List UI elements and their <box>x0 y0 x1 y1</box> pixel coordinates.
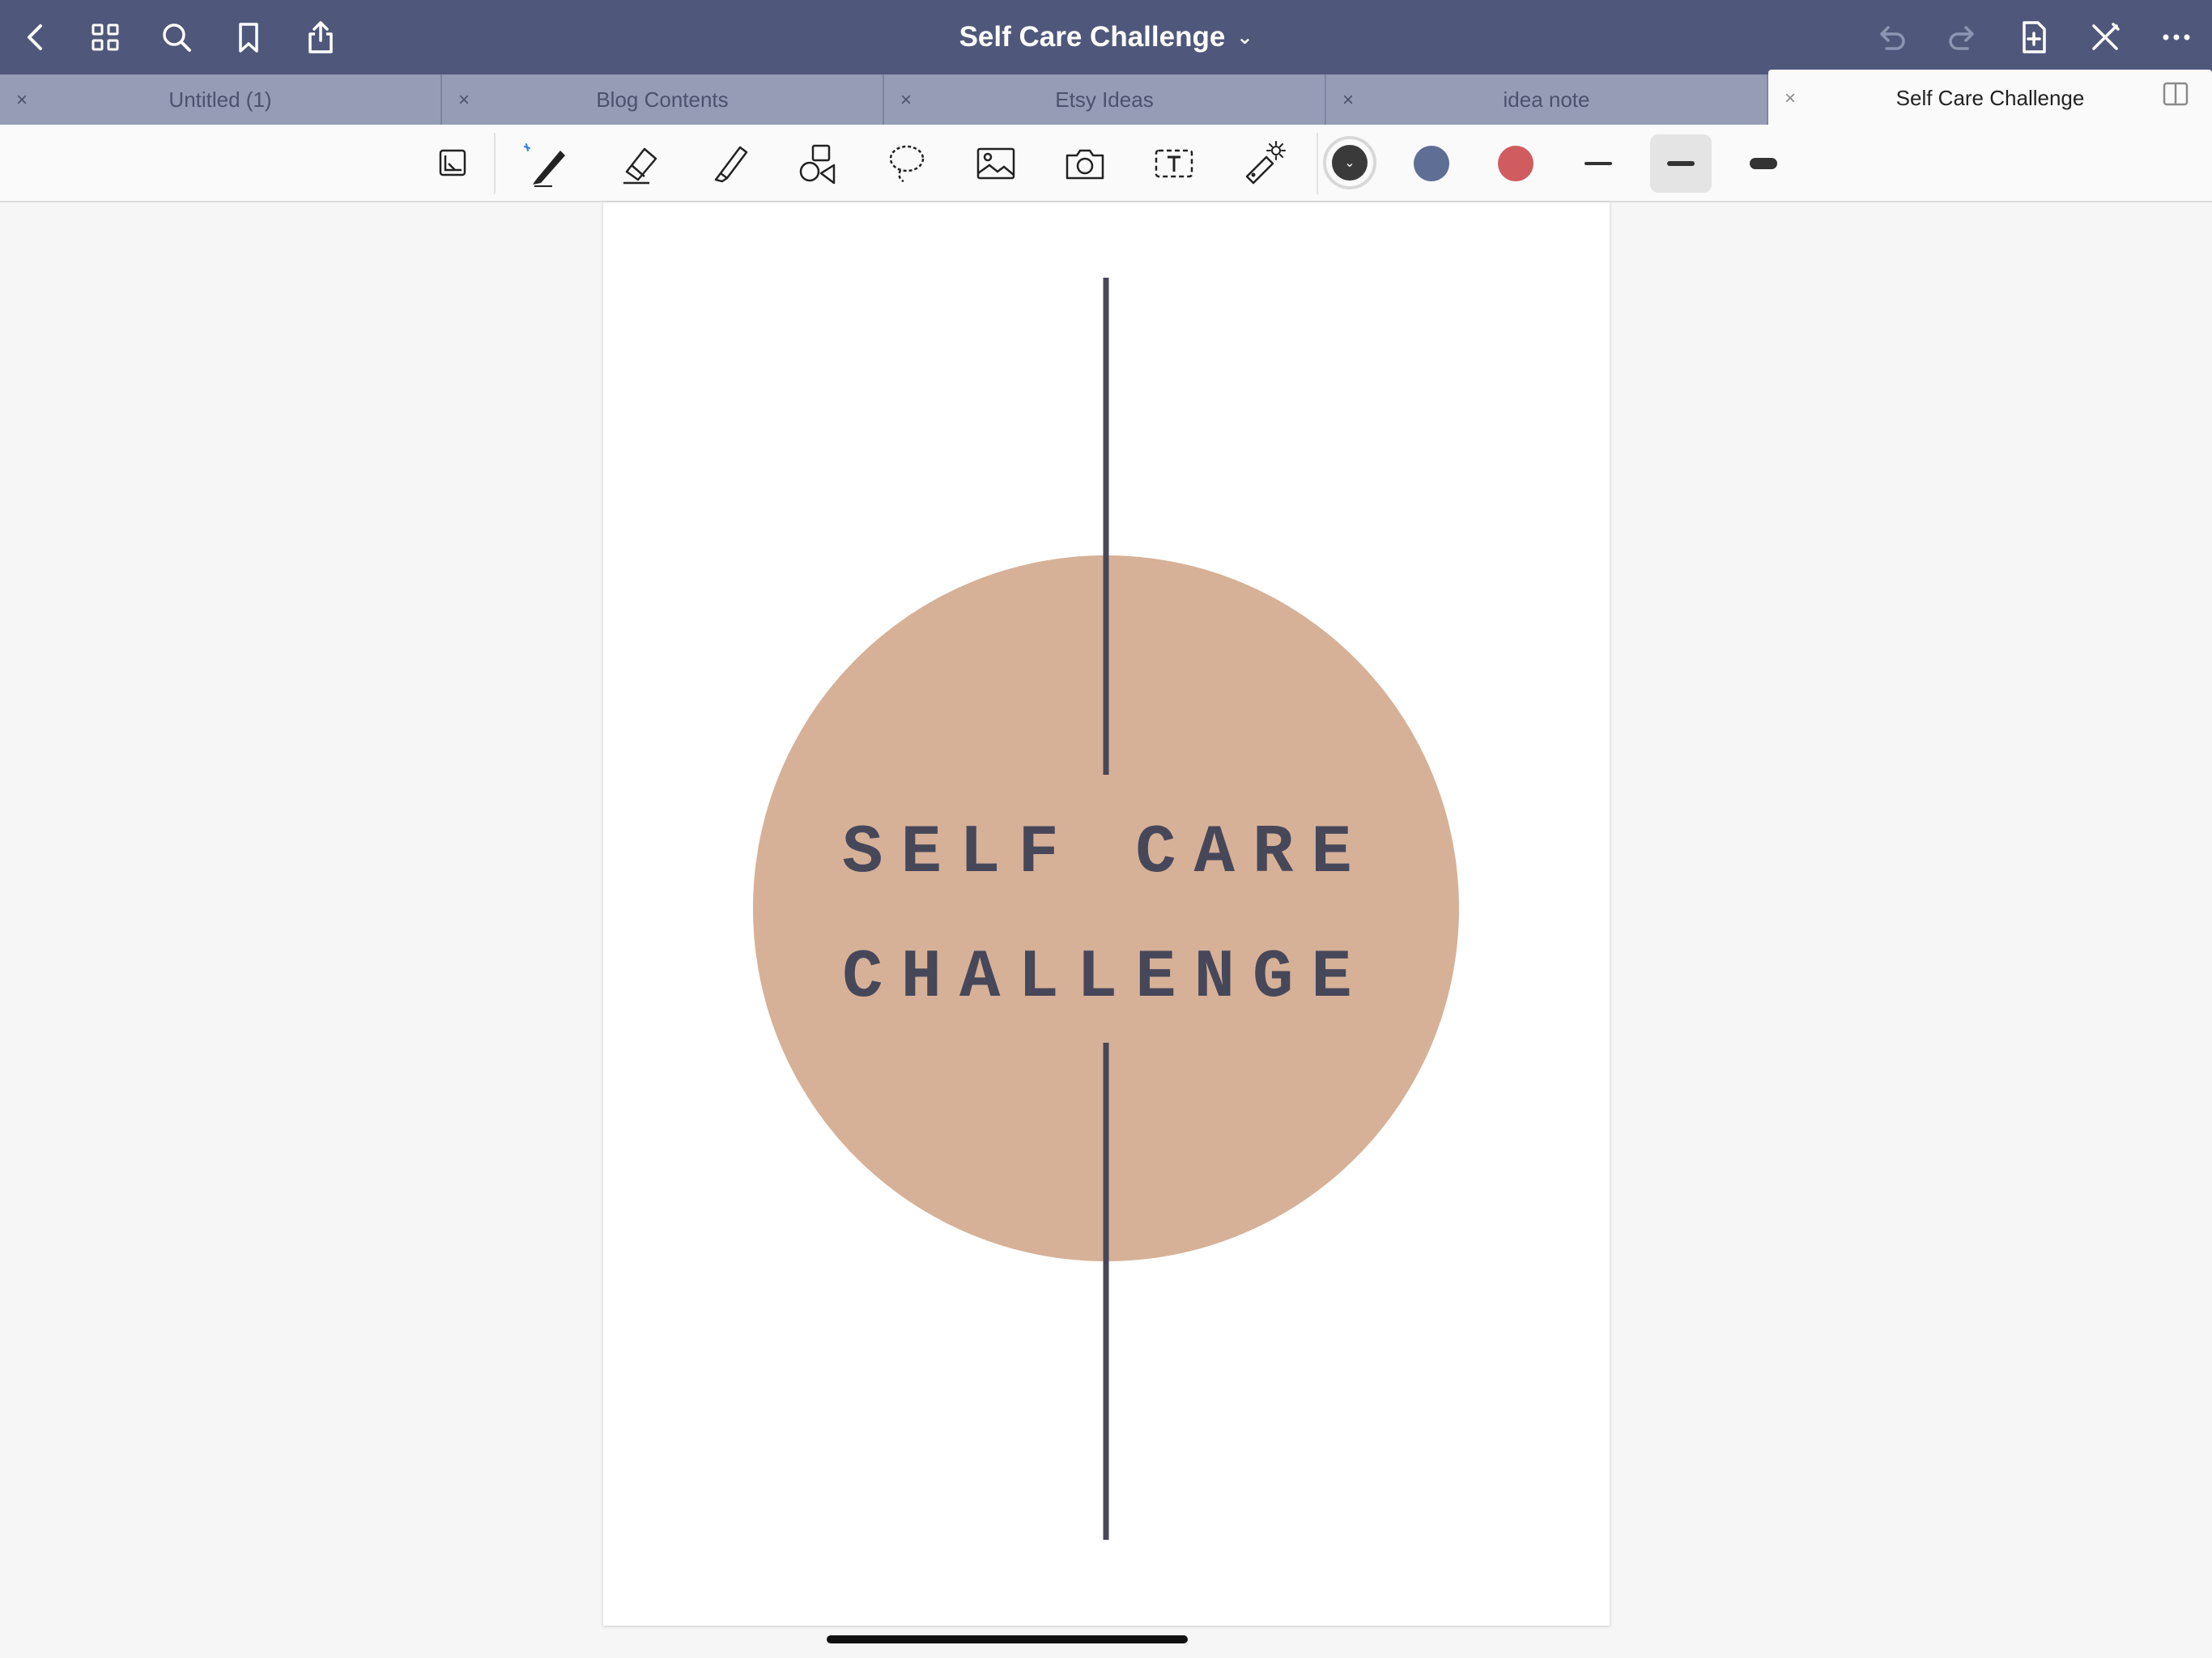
lasso-icon <box>889 145 925 183</box>
eraser-tool[interactable] <box>610 134 669 193</box>
undo-icon <box>1880 26 1905 50</box>
pen-options-button[interactable] <box>2081 13 2129 62</box>
search-button[interactable] <box>152 13 201 62</box>
highlighter-tool[interactable] <box>700 134 758 193</box>
shapes-icon <box>799 144 836 185</box>
document-title-dropdown[interactable]: Self Care Challenge ⌄ <box>891 0 1321 74</box>
tab-self-care-challenge[interactable]: × Self Care Challenge <box>1768 70 2212 126</box>
pen-off-icon <box>2092 23 2120 50</box>
tab-label: Untitled (1) <box>168 87 272 112</box>
cover-title-line-1: SELF CARE <box>842 815 1370 892</box>
drawing-toolbar: ⌄ <box>0 125 2212 202</box>
cover-title-line-2: CHALLENGE <box>842 940 1370 1017</box>
highlighter-icon <box>714 146 748 183</box>
add-page-icon <box>2023 21 2046 53</box>
tab-untitled-1[interactable]: × Untitled (1) <box>0 74 442 125</box>
undo-button[interactable] <box>1867 13 1916 62</box>
tab-blog-contents[interactable]: × Blog Contents <box>442 74 884 125</box>
color-swatch-red[interactable] <box>1498 146 1534 181</box>
image-tool[interactable] <box>967 134 1025 193</box>
tab-idea-note[interactable]: × idea note <box>1326 74 1768 125</box>
home-indicator[interactable] <box>827 1635 1188 1643</box>
tab-label: Blog Contents <box>596 87 729 112</box>
document-tabs: × Untitled (1) × Blog Contents × Etsy Id… <box>0 70 2212 126</box>
close-icon[interactable]: × <box>1784 87 1796 110</box>
share-icon <box>308 21 333 53</box>
text-tool[interactable] <box>1145 134 1203 193</box>
search-icon <box>163 23 191 52</box>
close-icon[interactable]: × <box>1342 89 1354 112</box>
tab-label: Etsy Ideas <box>1055 87 1154 112</box>
cover-artwork: SELF CARE CHALLENGE <box>753 278 1459 1540</box>
bookmark-button[interactable] <box>224 13 273 62</box>
image-icon <box>976 147 1015 180</box>
camera-icon <box>1066 149 1104 180</box>
chevron-left-icon <box>28 24 42 50</box>
stroke-width-thick[interactable] <box>1733 134 1794 193</box>
medium-stroke-icon <box>1667 161 1695 166</box>
close-icon[interactable]: × <box>458 89 470 112</box>
grid-icon <box>91 23 119 51</box>
bookmark-icon <box>239 23 258 53</box>
pen-tool[interactable] <box>518 134 576 193</box>
document-title: Self Care Challenge <box>959 21 1226 53</box>
split-view-icon[interactable] <box>2162 80 2189 108</box>
read-only-icon <box>439 149 466 176</box>
text-box-icon <box>1155 149 1193 178</box>
close-icon[interactable]: × <box>900 89 912 112</box>
color-swatch-dark-selected[interactable]: ⌄ <box>1323 136 1376 189</box>
redo-button[interactable] <box>1938 13 1987 62</box>
tab-label: idea note <box>1503 87 1590 112</box>
read-only-mode-button[interactable] <box>424 134 483 193</box>
chevron-down-icon: ⌄ <box>1332 145 1368 181</box>
share-button[interactable] <box>296 13 345 62</box>
stroke-width-thin[interactable] <box>1568 134 1629 193</box>
color-swatch-blue[interactable] <box>1414 146 1449 181</box>
add-page-button[interactable] <box>2010 13 2058 62</box>
pen-icon <box>524 143 565 187</box>
chevron-down-icon: ⌄ <box>1236 26 1253 49</box>
laser-pointer-icon <box>1245 141 1286 185</box>
redo-icon <box>1949 26 1974 50</box>
toolbar-divider <box>1317 133 1318 194</box>
camera-tool[interactable] <box>1056 134 1114 193</box>
stroke-width-medium[interactable] <box>1650 134 1712 193</box>
shape-tool[interactable] <box>789 134 847 193</box>
laser-pointer-tool[interactable] <box>1234 134 1292 193</box>
more-icon <box>2163 34 2190 40</box>
thick-stroke-icon <box>1750 158 1777 169</box>
close-icon[interactable]: × <box>16 89 28 112</box>
lasso-tool[interactable] <box>878 134 936 193</box>
tab-label: Self Care Challenge <box>1895 85 2085 110</box>
note-page[interactable]: SELF CARE CHALLENGE <box>603 202 1610 1626</box>
thumbnails-button[interactable] <box>81 13 130 62</box>
tab-etsy-ideas[interactable]: × Etsy Ideas <box>884 74 1326 125</box>
back-button[interactable] <box>11 13 60 62</box>
toolbar-divider <box>494 133 496 194</box>
thin-stroke-icon <box>1585 162 1612 165</box>
eraser-icon <box>623 147 657 185</box>
top-navigation-bar: Self Care Challenge ⌄ <box>0 0 2212 74</box>
more-button[interactable] <box>2152 13 2201 62</box>
